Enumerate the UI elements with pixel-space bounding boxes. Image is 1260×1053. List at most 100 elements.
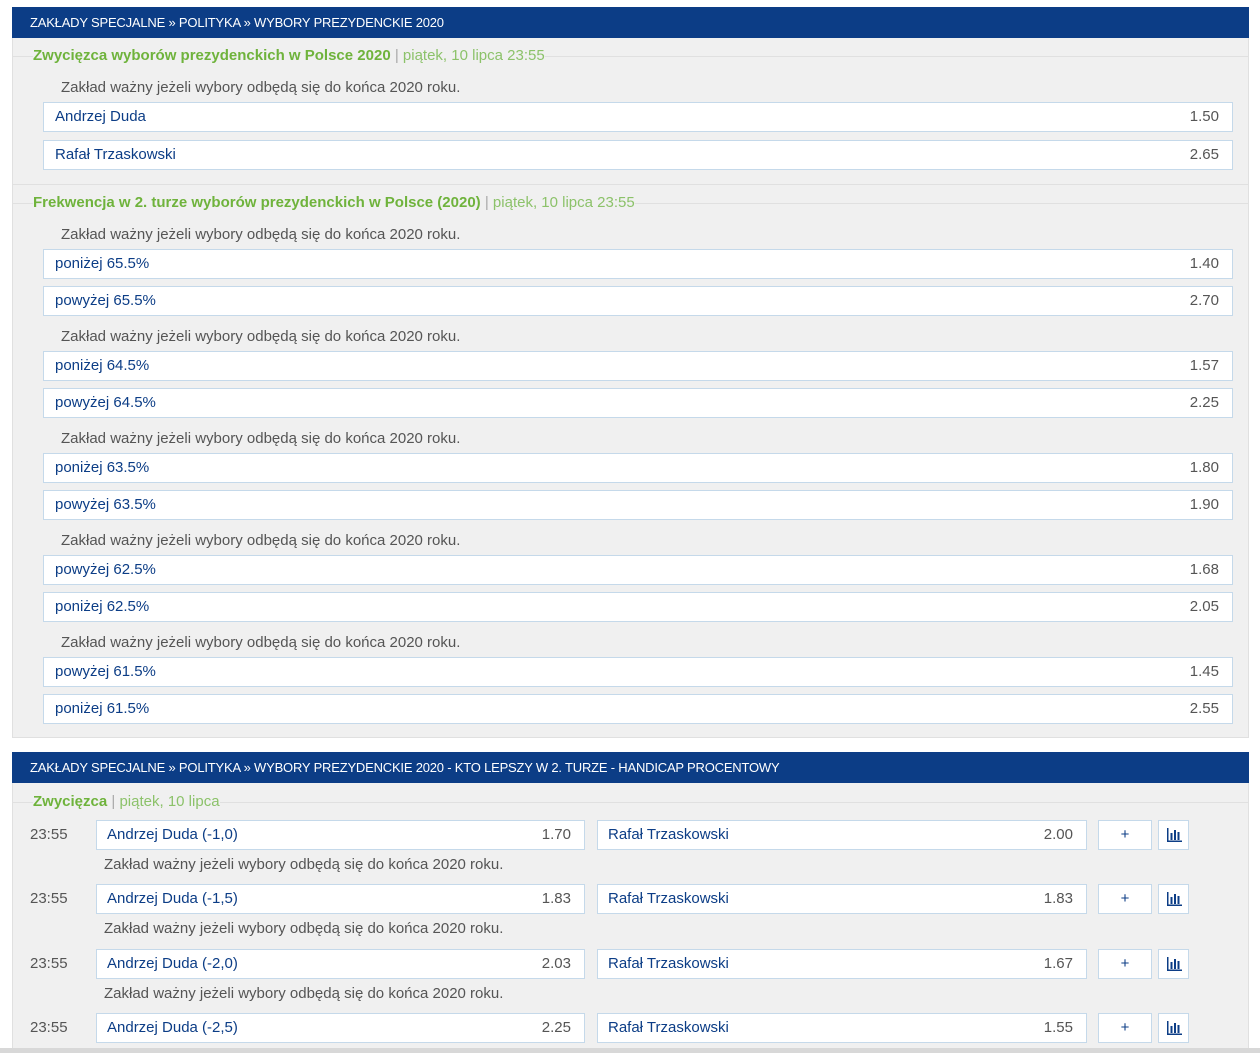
bar-chart-icon bbox=[1167, 957, 1182, 971]
outcome-button[interactable]: powyżej 63.5% 1.90 bbox=[43, 490, 1233, 520]
outcome-button[interactable]: powyżej 61.5% 1.45 bbox=[43, 657, 1233, 687]
outcome-odds: 2.25 bbox=[541, 1019, 571, 1036]
home-outcome-button[interactable]: Andrzej Duda (-1,0) 1.70 bbox=[96, 820, 585, 850]
stats-button[interactable] bbox=[1158, 1013, 1189, 1043]
market-title: Zwycięzca wyborów prezydenckich w Polsce… bbox=[33, 47, 391, 64]
home-outcome-button[interactable]: Andrzej Duda (-2,5) 2.25 bbox=[96, 1013, 585, 1043]
outcome-label: powyżej 61.5% bbox=[55, 663, 156, 680]
outcome-button[interactable]: poniżej 63.5% 1.80 bbox=[43, 453, 1233, 483]
outcome-label: powyżej 63.5% bbox=[55, 496, 156, 513]
market-title-handicap: Zwycięzca | piątek, 10 lipca bbox=[33, 792, 220, 812]
market-note: Zakład ważny jeżeli wybory odbędą się do… bbox=[61, 79, 461, 96]
outcome-odds: 2.55 bbox=[1189, 700, 1219, 717]
away-outcome-button[interactable]: Rafał Trzaskowski 1.67 bbox=[597, 949, 1087, 979]
market-note: Zakład ważny jeżeli wybory odbędą się do… bbox=[61, 532, 461, 549]
market-title-turnout: Frekwencja w 2. turze wyborów prezydenck… bbox=[33, 193, 635, 213]
market-title: Zwycięzca bbox=[33, 793, 108, 810]
home-outcome-button[interactable]: Andrzej Duda (-1,5) 1.83 bbox=[96, 884, 585, 914]
outcome-odds: 1.68 bbox=[1189, 561, 1219, 578]
outcome-label: poniżej 62.5% bbox=[55, 598, 150, 615]
more-bets-button[interactable]: + bbox=[1098, 1013, 1152, 1043]
outcome-label: powyżej 65.5% bbox=[55, 292, 156, 309]
scrollbar-track[interactable] bbox=[0, 1048, 1260, 1053]
event-time: 23:55 bbox=[30, 1019, 68, 1036]
title-separator: | bbox=[394, 47, 399, 64]
outcome-odds: 1.70 bbox=[541, 826, 571, 843]
outcome-label: Rafał Trzaskowski bbox=[608, 1019, 729, 1036]
stats-button[interactable] bbox=[1158, 820, 1189, 850]
outcome-button[interactable]: powyżej 64.5% 2.25 bbox=[43, 388, 1233, 418]
market-title-winner: Zwycięzca wyborów prezydenckich w Polsce… bbox=[33, 46, 545, 66]
market-note: Zakład ważny jeżeli wybory odbędą się do… bbox=[61, 634, 461, 651]
outcome-odds: 2.00 bbox=[1043, 826, 1073, 843]
outcome-label: Andrzej Duda (-2,0) bbox=[107, 955, 238, 972]
outcome-odds: 1.55 bbox=[1043, 1019, 1073, 1036]
outcome-label: Andrzej Duda (-1,5) bbox=[107, 890, 238, 907]
outcome-label: Rafał Trzaskowski bbox=[55, 146, 176, 163]
outcome-button-duda[interactable]: Andrzej Duda 1.50 bbox=[43, 102, 1233, 132]
outcome-button[interactable]: poniżej 61.5% 2.55 bbox=[43, 694, 1233, 724]
outcome-button[interactable]: powyżej 62.5% 1.68 bbox=[43, 555, 1233, 585]
stats-button[interactable] bbox=[1158, 884, 1189, 914]
market-title: Frekwencja w 2. turze wyborów prezydenck… bbox=[33, 194, 481, 211]
outcome-button[interactable]: powyżej 65.5% 2.70 bbox=[43, 286, 1233, 316]
outcome-odds: 1.67 bbox=[1043, 955, 1073, 972]
event-time: 23:55 bbox=[30, 890, 68, 907]
outcome-odds: 1.45 bbox=[1189, 663, 1219, 680]
outcome-odds: 1.50 bbox=[1189, 108, 1219, 125]
away-outcome-button[interactable]: Rafał Trzaskowski 2.00 bbox=[597, 820, 1087, 850]
market-note: Zakład ważny jeżeli wybory odbędą się do… bbox=[104, 985, 504, 1002]
outcome-button[interactable]: poniżej 64.5% 1.57 bbox=[43, 351, 1233, 381]
bar-chart-icon bbox=[1167, 892, 1182, 906]
market-note: Zakład ważny jeżeli wybory odbędą się do… bbox=[61, 328, 461, 345]
bar-chart-icon bbox=[1167, 1021, 1182, 1035]
outcome-odds: 2.03 bbox=[541, 955, 571, 972]
more-bets-button[interactable]: + bbox=[1098, 884, 1152, 914]
market-date: piątek, 10 lipca 23:55 bbox=[492, 194, 635, 211]
outcome-odds: 1.90 bbox=[1189, 496, 1219, 513]
outcome-odds: 2.70 bbox=[1189, 292, 1219, 309]
outcome-odds: 1.83 bbox=[541, 890, 571, 907]
outcome-label: poniżej 63.5% bbox=[55, 459, 150, 476]
outcome-odds: 1.80 bbox=[1189, 459, 1219, 476]
away-outcome-button[interactable]: Rafał Trzaskowski 1.83 bbox=[597, 884, 1087, 914]
home-outcome-button[interactable]: Andrzej Duda (-2,0) 2.03 bbox=[96, 949, 585, 979]
outcome-label: poniżej 65.5% bbox=[55, 255, 150, 272]
outcome-odds: 2.25 bbox=[1189, 394, 1219, 411]
bar-chart-icon bbox=[1167, 828, 1182, 842]
event-time: 23:55 bbox=[30, 826, 68, 843]
more-bets-button[interactable]: + bbox=[1098, 949, 1152, 979]
outcome-odds: 1.57 bbox=[1189, 357, 1219, 374]
outcome-odds: 2.05 bbox=[1189, 598, 1219, 615]
market-panel-winner: Zwycięzca wyborów prezydenckich w Polsce… bbox=[12, 38, 1249, 738]
away-outcome-button[interactable]: Rafał Trzaskowski 1.55 bbox=[597, 1013, 1087, 1043]
stats-button[interactable] bbox=[1158, 949, 1189, 979]
outcome-label: Rafał Trzaskowski bbox=[608, 826, 729, 843]
outcome-label: Rafał Trzaskowski bbox=[608, 955, 729, 972]
title-separator: | bbox=[111, 793, 116, 810]
outcome-label: Andrzej Duda (-2,5) bbox=[107, 1019, 238, 1036]
outcome-label: poniżej 64.5% bbox=[55, 357, 150, 374]
outcome-odds: 1.83 bbox=[1043, 890, 1073, 907]
outcome-label: powyżej 64.5% bbox=[55, 394, 156, 411]
outcome-button-trzaskowski[interactable]: Rafał Trzaskowski 2.65 bbox=[43, 140, 1233, 170]
market-date: piątek, 10 lipca 23:55 bbox=[402, 47, 545, 64]
market-note: Zakład ważny jeżeli wybory odbędą się do… bbox=[61, 226, 461, 243]
event-time: 23:55 bbox=[30, 955, 68, 972]
section-header-breadcrumb: ZAKŁADY SPECJALNE » POLITYKA » WYBORY PR… bbox=[12, 752, 1249, 783]
outcome-label: poniżej 61.5% bbox=[55, 700, 150, 717]
outcome-button[interactable]: poniżej 65.5% 1.40 bbox=[43, 249, 1233, 279]
outcome-label: Andrzej Duda bbox=[55, 108, 146, 125]
market-date: piątek, 10 lipca bbox=[119, 793, 220, 810]
outcome-button[interactable]: poniżej 62.5% 2.05 bbox=[43, 592, 1233, 622]
outcome-odds: 1.40 bbox=[1189, 255, 1219, 272]
title-separator: | bbox=[484, 194, 489, 211]
section-header-breadcrumb: ZAKŁADY SPECJALNE » POLITYKA » WYBORY PR… bbox=[12, 7, 1249, 38]
more-bets-button[interactable]: + bbox=[1098, 820, 1152, 850]
market-note: Zakład ważny jeżeli wybory odbędą się do… bbox=[104, 920, 504, 937]
market-note: Zakład ważny jeżeli wybory odbędą się do… bbox=[104, 856, 504, 873]
outcome-odds: 2.65 bbox=[1189, 146, 1219, 163]
market-note: Zakład ważny jeżeli wybory odbędą się do… bbox=[61, 430, 461, 447]
outcome-label: Andrzej Duda (-1,0) bbox=[107, 826, 238, 843]
panel-bottom-border bbox=[13, 737, 1248, 738]
